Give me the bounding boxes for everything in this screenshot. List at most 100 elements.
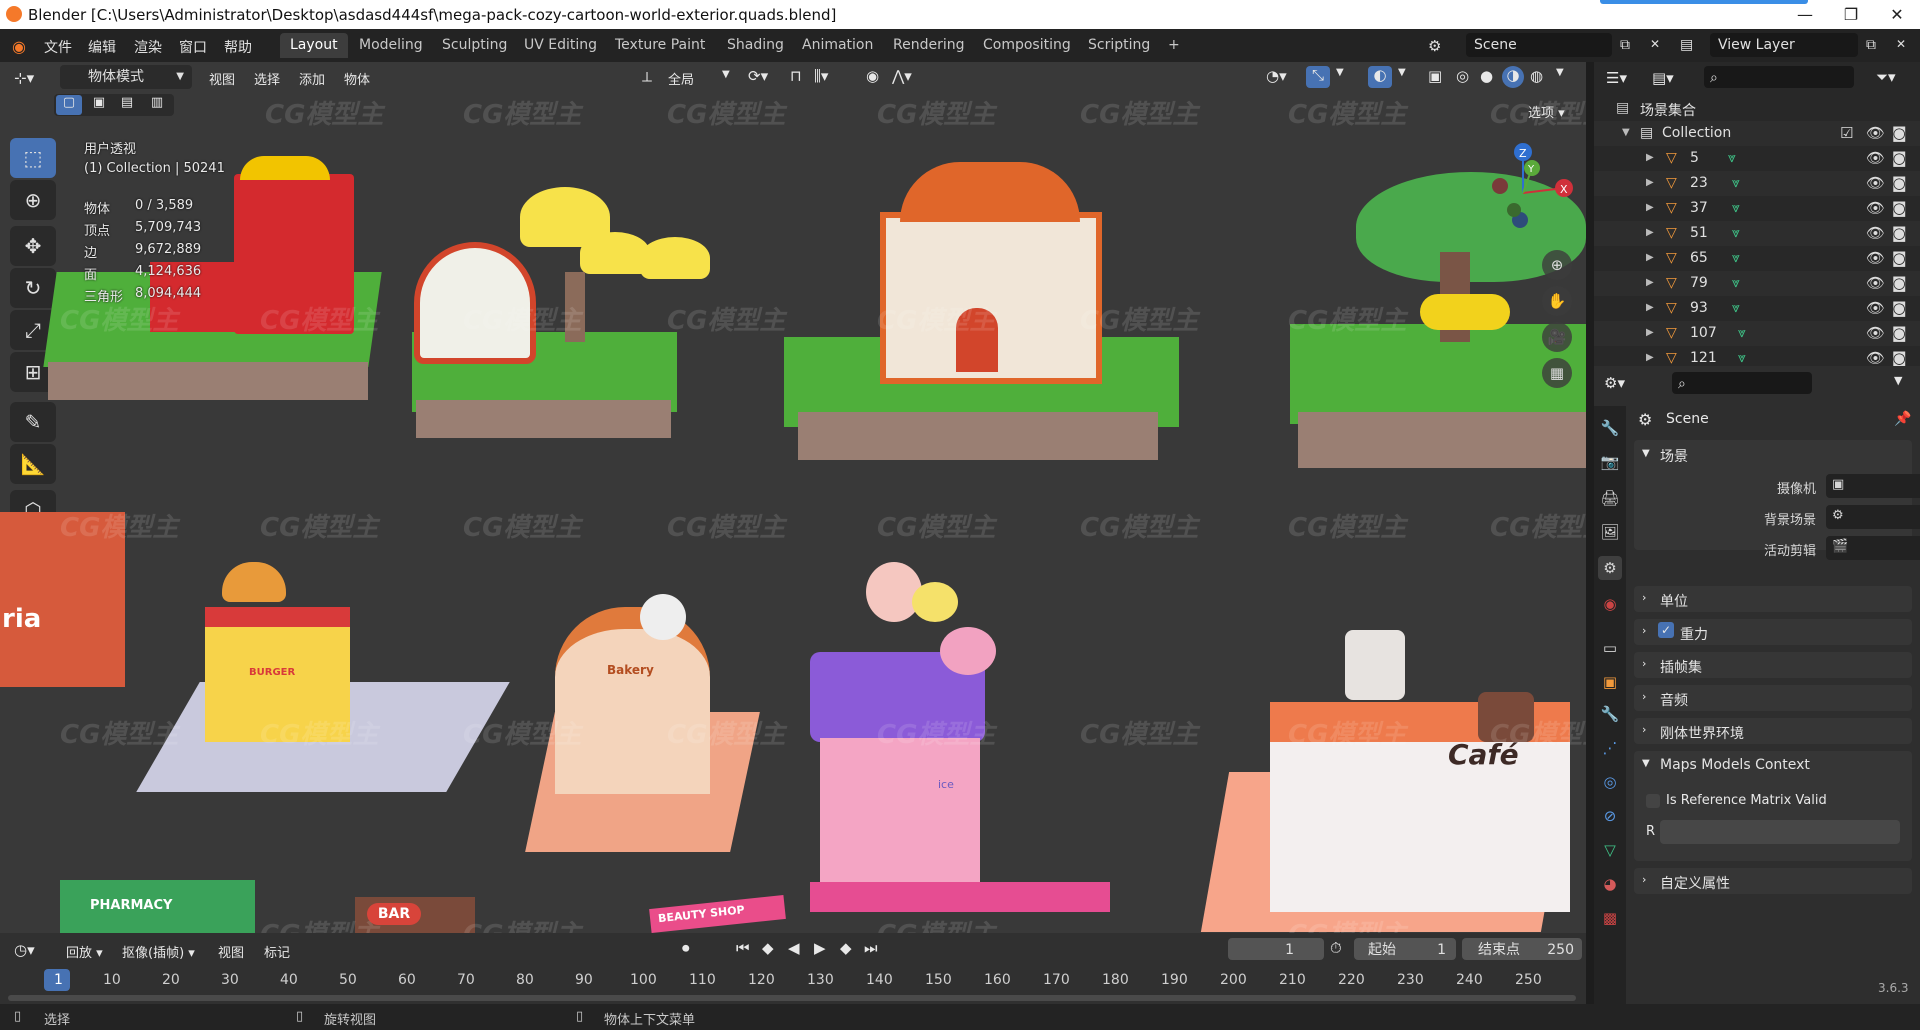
chevron-down-icon[interactable]: ▼ <box>1642 448 1650 459</box>
menu-view[interactable]: 视图 <box>209 69 235 88</box>
gizmo-neg-y[interactable] <box>1507 203 1521 217</box>
chevron-right-icon[interactable]: › <box>1642 624 1646 637</box>
chevron-right-icon[interactable]: ▶ <box>1646 352 1654 363</box>
menu-add[interactable]: 添加 <box>299 69 325 88</box>
chevron-right-icon[interactable]: › <box>1642 723 1646 736</box>
data-tab-icon[interactable]: ▽ <box>1598 838 1622 862</box>
move-tool-icon[interactable]: ✥ <box>10 226 56 266</box>
select-extend-icon[interactable]: ▣ <box>86 95 112 110</box>
tab-shading[interactable]: Shading <box>717 33 794 58</box>
measure-tool-icon[interactable]: 📐 <box>10 444 56 484</box>
maps-context-panel-header[interactable]: Maps Models Context <box>1660 757 1810 773</box>
outliner-row-object[interactable]: ▶ ▽ 107 ⩔ 👁 ◙ <box>1594 321 1920 346</box>
camera-icon[interactable]: ◙ <box>1892 274 1907 292</box>
gravity-checkbox[interactable]: ✓ <box>1658 622 1674 638</box>
scene-tab-icon[interactable]: ⚙ <box>1598 556 1622 580</box>
play-icon[interactable]: ▶ <box>814 939 826 957</box>
timeline-editor-icon[interactable]: ◷▾ <box>14 941 35 959</box>
rotate-tool-icon[interactable]: ↻ <box>10 268 56 308</box>
solid-shading-icon[interactable]: ● <box>1480 67 1493 85</box>
collection-tab-icon[interactable]: ▭ <box>1598 636 1622 660</box>
menu-window[interactable]: 窗口 <box>179 37 207 57</box>
audio-panel-header[interactable]: 音频 <box>1660 690 1688 710</box>
pivot-point-icon[interactable]: ⟳▾ <box>748 67 768 85</box>
chevron-right-icon[interactable]: › <box>1642 591 1646 604</box>
chevron-down-icon[interactable]: ▼ <box>722 69 730 80</box>
menu-edit[interactable]: 编辑 <box>88 37 116 57</box>
camera-icon[interactable]: ◙ <box>1892 299 1907 317</box>
tab-sculpting[interactable]: Sculpting <box>432 33 517 58</box>
eye-icon[interactable]: 👁 <box>1866 299 1885 317</box>
chevron-down-icon[interactable]: ▼ <box>1336 67 1344 78</box>
outliner-row-object[interactable]: ▶ ▽ 37 ⩔ 👁 ◙ <box>1594 196 1920 221</box>
menu-object[interactable]: 物体 <box>344 69 370 88</box>
chevron-right-icon[interactable]: › <box>1642 657 1646 670</box>
camera-icon[interactable]: ◙ <box>1892 124 1907 142</box>
overlay-toggle-icon[interactable]: ◐ <box>1368 66 1392 88</box>
display-mode-icon[interactable]: ▤▾ <box>1652 69 1674 87</box>
object-tab-icon[interactable]: ▣ <box>1598 670 1622 694</box>
outliner-row-object[interactable]: ▶ ▽ 93 ⩔ 👁 ◙ <box>1594 296 1920 321</box>
eye-icon[interactable]: 👁 <box>1866 124 1885 142</box>
outliner-search-input[interactable]: ⌕ <box>1704 66 1854 88</box>
chevron-down-icon[interactable]: ▼ <box>1398 67 1406 78</box>
outliner-editor-icon[interactable]: ☰▾ <box>1606 69 1627 87</box>
outliner-row-object[interactable]: ▶ ▽ 5 ⩔ 👁 ◙ <box>1594 146 1920 171</box>
end-frame-field[interactable]: 结束点 250 <box>1462 938 1582 960</box>
remove-view-layer-icon[interactable]: ✕ <box>1896 37 1906 51</box>
camera-icon[interactable]: ◙ <box>1892 324 1907 342</box>
wireframe-shading-icon[interactable]: ◎ <box>1456 67 1469 85</box>
next-keyframe-icon[interactable]: ◆ <box>840 939 852 957</box>
eye-icon[interactable]: 👁 <box>1866 349 1885 366</box>
material-tab-icon[interactable]: ◕ <box>1598 872 1622 896</box>
tab-rendering[interactable]: Rendering <box>883 33 975 58</box>
camera-view-icon[interactable]: 🎥 <box>1542 322 1572 352</box>
physics-tab-icon[interactable]: ◎ <box>1598 770 1622 794</box>
remove-scene-icon[interactable]: ✕ <box>1650 37 1660 51</box>
output-tab-icon[interactable]: 🖨 <box>1598 486 1622 510</box>
chevron-down-icon[interactable]: ▼ <box>1622 127 1630 138</box>
outliner-row-scene-collection[interactable]: ▤ 场景集合 <box>1594 96 1920 121</box>
snap-icon[interactable]: ⊓ <box>790 67 802 85</box>
snap-target-icon[interactable]: ⫼▾ <box>814 67 828 85</box>
3d-viewport[interactable]: ⊹▾ 物体模式 ▼ 视图 选择 添加 物体 ⟂ 全局 ▼ ⟳▾ ⊓ ⫼▾ ◉ ⋀… <box>0 62 1586 933</box>
play-reverse-icon[interactable]: ◀ <box>788 939 800 957</box>
select-new-icon[interactable]: ▢ <box>56 95 82 115</box>
pan-hand-icon[interactable]: ✋ <box>1542 286 1572 316</box>
menu-file[interactable]: 文件 <box>44 37 72 57</box>
outliner-row-object[interactable]: ▶ ▽ 51 ⩔ 👁 ◙ <box>1594 221 1920 246</box>
chevron-right-icon[interactable]: ▶ <box>1646 302 1654 313</box>
camera-icon[interactable]: ◙ <box>1892 199 1907 217</box>
rendered-shading-icon[interactable]: ◍ <box>1530 67 1543 85</box>
chevron-right-icon[interactable]: ▶ <box>1646 177 1654 188</box>
tab-layout[interactable]: Layout <box>280 33 348 58</box>
active-clip-field[interactable]: 🎬 <box>1826 536 1920 560</box>
tab-modeling[interactable]: Modeling <box>349 33 433 58</box>
constraints-tab-icon[interactable]: ⊘ <box>1598 804 1622 828</box>
camera-icon[interactable]: ◙ <box>1892 174 1907 192</box>
outliner-row-object[interactable]: ▶ ▽ 23 ⩔ 👁 ◙ <box>1594 171 1920 196</box>
select-invert-icon[interactable]: ▥ <box>144 95 170 110</box>
outliner-row-object[interactable]: ▶ ▽ 79 ⩔ 👁 ◙ <box>1594 271 1920 296</box>
transform-orientation-icon[interactable]: ⟂ <box>642 68 652 86</box>
menu-render[interactable]: 渲染 <box>134 37 162 57</box>
gravity-panel-header[interactable]: 重力 <box>1680 624 1708 644</box>
view-layer-field[interactable]: View Layer <box>1710 33 1858 57</box>
chevron-right-icon[interactable]: ▶ <box>1646 252 1654 263</box>
camera-field[interactable]: ▣ ✐ <box>1826 474 1920 498</box>
select-subtract-icon[interactable]: ▤ <box>114 95 140 110</box>
scene-selector-icon[interactable]: ⚙ <box>1428 37 1441 55</box>
r-array-field[interactable] <box>1660 820 1900 844</box>
world-tab-icon[interactable]: ◉ <box>1598 592 1622 616</box>
chevron-right-icon[interactable]: ▶ <box>1646 277 1654 288</box>
timeline-view-menu[interactable]: 视图 <box>218 942 244 961</box>
xray-icon[interactable]: ▣ <box>1428 67 1442 85</box>
pin-icon[interactable]: 📌 <box>1894 411 1911 427</box>
falloff-icon[interactable]: ⋀▾ <box>892 67 912 85</box>
view-layer-tab-icon[interactable]: 🖼 <box>1598 520 1622 544</box>
background-scene-field[interactable]: ⚙ <box>1826 505 1920 529</box>
checkbox-icon[interactable]: ☑ <box>1840 124 1853 142</box>
outliner-row-object[interactable]: ▶ ▽ 65 ⩔ 👁 ◙ <box>1594 246 1920 271</box>
chevron-right-icon[interactable]: ▶ <box>1646 202 1654 213</box>
timeline-scrollbar[interactable] <box>8 995 1576 1001</box>
